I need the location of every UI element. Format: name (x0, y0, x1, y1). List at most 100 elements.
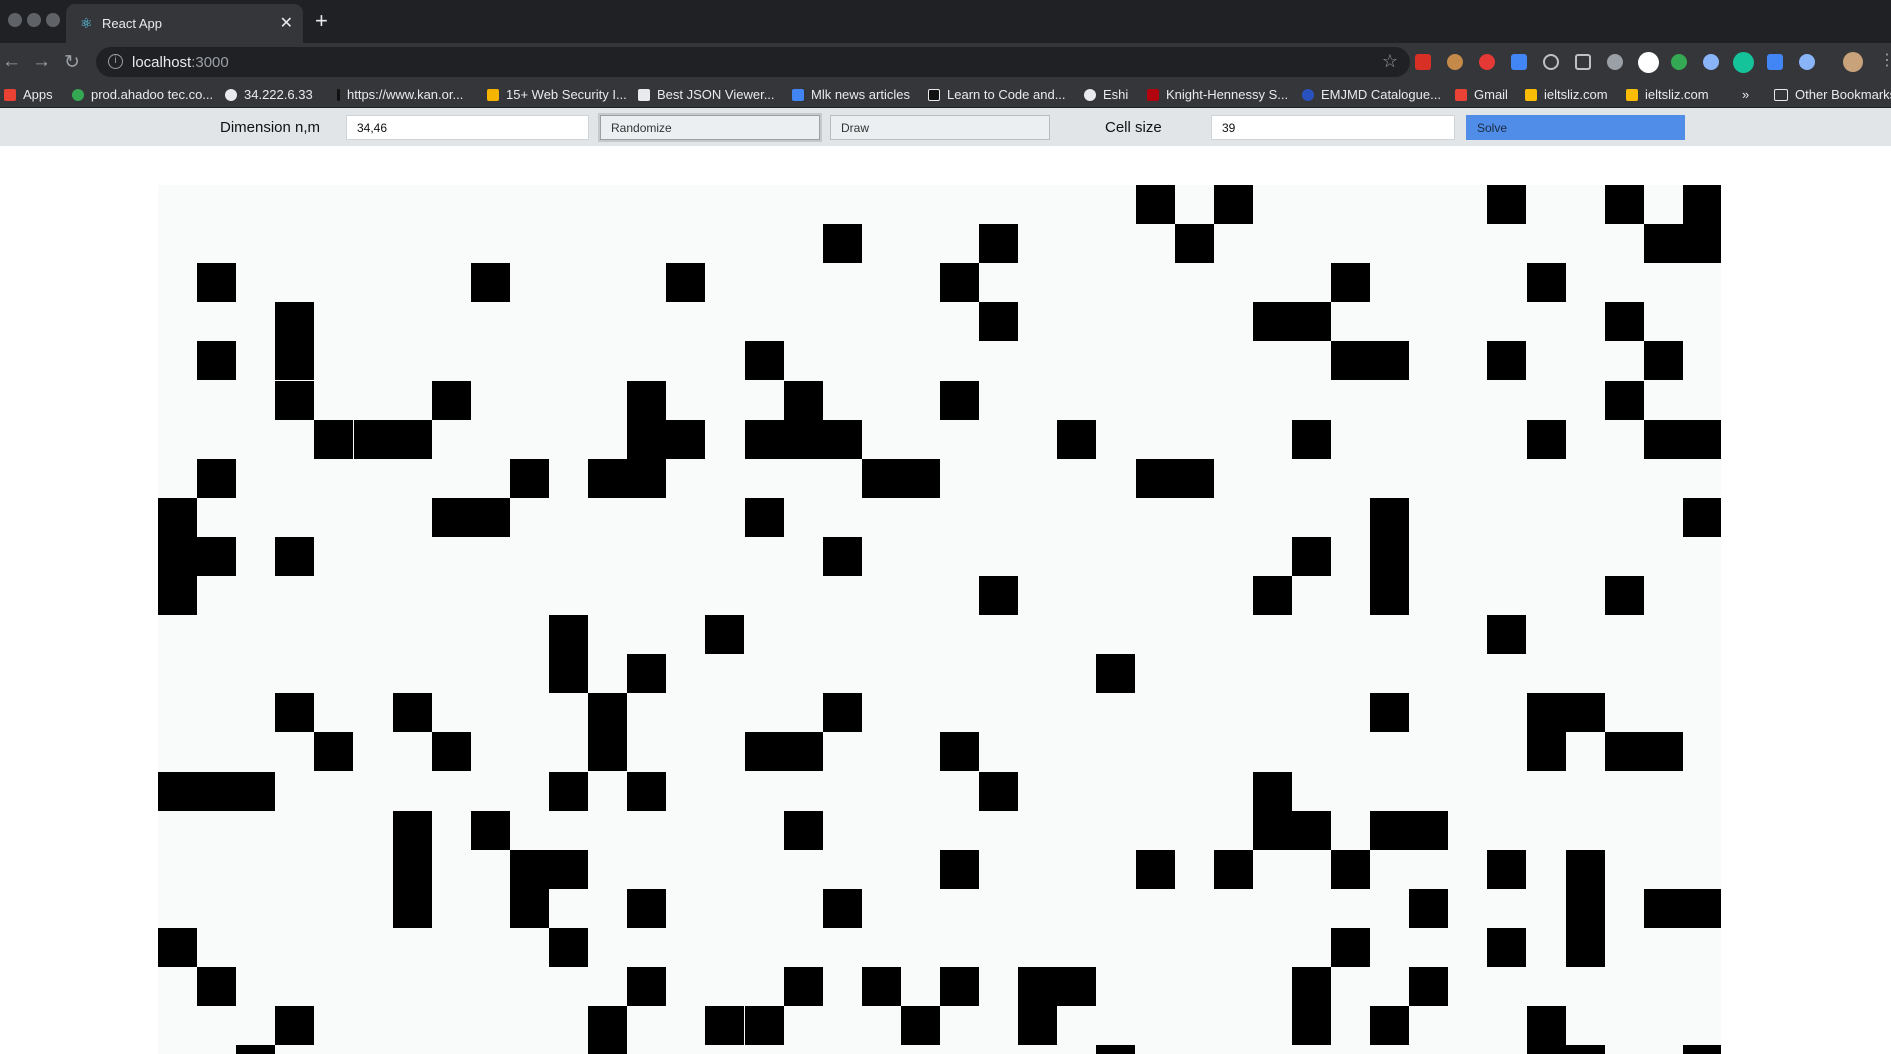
bookmark-item[interactable]: Learn to Code and... (928, 87, 1066, 102)
grid-cell-wall[interactable] (1487, 928, 1526, 967)
grid-cell-wall[interactable] (1566, 889, 1605, 928)
grid-cell-wall[interactable] (666, 263, 705, 302)
grid-cell-wall[interactable] (1292, 967, 1331, 1006)
grid-cell-wall[interactable] (1136, 850, 1175, 889)
grid-cell-wall[interactable] (1487, 615, 1526, 654)
grid-cell-wall[interactable] (275, 302, 314, 341)
grid-cell-wall[interactable] (1253, 576, 1292, 615)
grid-cell-wall[interactable] (549, 928, 588, 967)
grid-cell-wall[interactable] (1370, 498, 1409, 537)
grid-cell-wall[interactable] (1527, 1006, 1566, 1045)
grid-cell-wall[interactable] (393, 420, 432, 459)
bookmark-item[interactable]: https://www.kan.or... (337, 87, 463, 102)
bookmark-item[interactable]: Eshi (1084, 87, 1128, 102)
grid-cell-wall[interactable] (1253, 302, 1292, 341)
grid-cell-wall[interactable] (197, 537, 236, 576)
grid-cell-wall[interactable] (979, 224, 1018, 263)
grid-cell-wall[interactable] (627, 654, 666, 693)
avatar[interactable] (1843, 52, 1863, 72)
grid-cell-wall[interactable] (1527, 693, 1566, 732)
grid-cell-wall[interactable] (627, 967, 666, 1006)
grid-cell-wall[interactable] (236, 1045, 275, 1054)
randomize-button[interactable]: Randomize (600, 115, 820, 140)
grid-cell-wall[interactable] (1331, 263, 1370, 302)
more-bookmarks-button[interactable]: » (1742, 87, 1749, 102)
grid-cell-wall[interactable] (627, 772, 666, 811)
grid-cell-wall[interactable] (1292, 302, 1331, 341)
grid-cell-wall[interactable] (823, 537, 862, 576)
grid-cell-wall[interactable] (1566, 1045, 1605, 1054)
grid-cell-wall[interactable] (1409, 889, 1448, 928)
grid-cell-wall[interactable] (1175, 224, 1214, 263)
info-icon[interactable]: i (108, 54, 123, 69)
grid-cell-wall[interactable] (158, 498, 197, 537)
grid-cell-wall[interactable] (940, 732, 979, 771)
grid-cell-wall[interactable] (745, 732, 784, 771)
bookmark-star-icon[interactable]: ☆ (1382, 51, 1398, 72)
grid-cell-wall[interactable] (588, 1006, 627, 1045)
grid-cell-wall[interactable] (197, 772, 236, 811)
maze-grid[interactable] (158, 185, 1721, 1054)
grid-cell-wall[interactable] (705, 1006, 744, 1045)
bookmark-item[interactable]: ieltsliz.com (1626, 87, 1709, 102)
grid-cell-wall[interactable] (1136, 185, 1175, 224)
cell-size-input[interactable] (1211, 115, 1455, 140)
grid-cell-wall[interactable] (1644, 889, 1683, 928)
grid-cell-wall[interactable] (1018, 1006, 1057, 1045)
grid-cell-wall[interactable] (1057, 967, 1096, 1006)
extension-icon[interactable] (1543, 54, 1559, 70)
grid-cell-wall[interactable] (393, 693, 432, 732)
grid-cell-wall[interactable] (1331, 341, 1370, 380)
grid-cell-wall[interactable] (940, 850, 979, 889)
grid-cell-wall[interactable] (745, 498, 784, 537)
menu-icon[interactable]: ⋮ (1879, 50, 1891, 70)
extension-icon[interactable] (1799, 54, 1815, 70)
grid-cell-wall[interactable] (745, 341, 784, 380)
window-close-dot[interactable] (8, 13, 22, 27)
window-minimize-dot[interactable] (27, 13, 41, 27)
grid-cell-wall[interactable] (1644, 224, 1683, 263)
grid-cell-wall[interactable] (354, 420, 393, 459)
grid-cell-wall[interactable] (1683, 498, 1721, 537)
grid-cell-wall[interactable] (471, 263, 510, 302)
grid-cell-wall[interactable] (823, 224, 862, 263)
cookie-icon[interactable] (1447, 54, 1463, 70)
grid-cell-wall[interactable] (1253, 811, 1292, 850)
bookmark-apps[interactable]: Apps (4, 87, 53, 102)
grid-cell-wall[interactable] (158, 928, 197, 967)
browser-tab[interactable]: ⚛ React App ✕ (66, 4, 303, 43)
solve-button[interactable]: Solve (1466, 115, 1685, 140)
grid-cell-wall[interactable] (1644, 341, 1683, 380)
grid-cell-wall[interactable] (1018, 967, 1057, 1006)
new-tab-button[interactable]: + (315, 8, 328, 34)
grid-cell-wall[interactable] (627, 420, 666, 459)
grid-cell-wall[interactable] (1057, 420, 1096, 459)
grid-cell-wall[interactable] (1527, 1045, 1566, 1054)
grid-cell-wall[interactable] (275, 537, 314, 576)
grid-cell-wall[interactable] (1605, 381, 1644, 420)
grid-cell-wall[interactable] (1370, 1006, 1409, 1045)
grid-cell-wall[interactable] (901, 459, 940, 498)
grid-cell-wall[interactable] (236, 772, 275, 811)
grid-cell-wall[interactable] (1605, 732, 1644, 771)
bookmark-item[interactable]: Best JSON Viewer... (638, 87, 775, 102)
grid-cell-wall[interactable] (471, 498, 510, 537)
grid-cell-wall[interactable] (158, 537, 197, 576)
grid-cell-wall[interactable] (432, 732, 471, 771)
grid-cell-wall[interactable] (1096, 1045, 1135, 1054)
grid-cell-wall[interactable] (1527, 420, 1566, 459)
grid-cell-wall[interactable] (1331, 850, 1370, 889)
grid-cell-wall[interactable] (393, 889, 432, 928)
grid-cell-wall[interactable] (627, 889, 666, 928)
grid-cell-wall[interactable] (393, 850, 432, 889)
reload-icon[interactable]: ↻ (64, 51, 80, 74)
grid-cell-wall[interactable] (510, 459, 549, 498)
grid-cell-wall[interactable] (862, 459, 901, 498)
grid-cell-wall[interactable] (275, 693, 314, 732)
grid-cell-wall[interactable] (979, 576, 1018, 615)
grid-cell-wall[interactable] (1566, 928, 1605, 967)
grid-cell-wall[interactable] (432, 498, 471, 537)
grid-cell-wall[interactable] (979, 772, 1018, 811)
extension-icon[interactable] (1638, 52, 1659, 73)
grid-cell-wall[interactable] (549, 654, 588, 693)
